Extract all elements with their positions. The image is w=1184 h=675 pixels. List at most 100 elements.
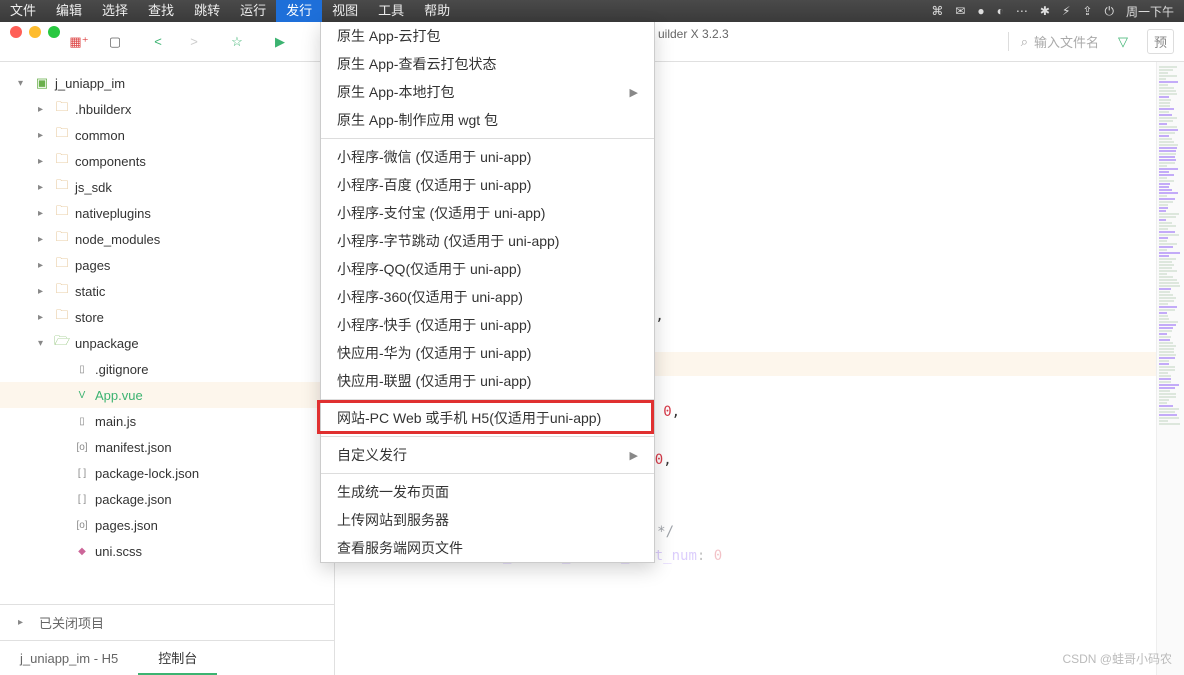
folder-store[interactable]: ▸🗀store — [0, 304, 334, 330]
menu-item[interactable]: 快应用-华为 (仅适用于 uni-app) — [321, 339, 654, 367]
tab-console[interactable]: 控制台 — [138, 641, 217, 675]
menu-item[interactable]: 原生 App-制作应用 wgt 包 — [321, 106, 654, 134]
search-placeholder: 输入文件名 — [1034, 32, 1099, 51]
menu-item[interactable]: 小程序-快手 (仅适用于 uni-app) — [321, 311, 654, 339]
menu-item[interactable]: 上传网站到服务器 — [321, 506, 654, 534]
chevron-right-icon: ▸ — [38, 312, 50, 323]
file-main.js[interactable]: ▯main.js — [0, 408, 334, 434]
folder-icon: 🗀 — [53, 254, 71, 276]
chevron-right-icon: ▸ — [38, 286, 50, 297]
window-title: uilder X 3.2.3 — [658, 27, 729, 41]
file-icon: [o] — [73, 520, 91, 531]
menu-item[interactable]: 生成统一发布页面 — [321, 478, 654, 506]
folder-pages[interactable]: ▸🗀pages — [0, 252, 334, 278]
menu-item[interactable]: 小程序-360(仅适用于 uni-app) — [321, 283, 654, 311]
filter-icon[interactable]: ▽ — [1114, 33, 1132, 51]
menu-item[interactable]: 小程序-微信 (仅适用于 uni-app) — [321, 143, 654, 171]
folder-icon: 🗁 — [53, 332, 71, 354]
save-icon[interactable]: ▢ — [106, 33, 124, 51]
folder-icon: 🗀 — [53, 202, 71, 224]
menu-item[interactable]: 小程序-百度 (仅适用于 uni-app) — [321, 171, 654, 199]
folder-icon: 🗀 — [53, 306, 71, 328]
file-icon: ▯ — [73, 364, 91, 375]
project-sidebar: ▾ ▣ j_uniapp_im ▸🗀.hbuilderx▸🗀common▸🗀co… — [0, 62, 335, 675]
menu-item[interactable]: 小程序-支付宝 (仅适用于 uni-app) — [321, 199, 654, 227]
chevron-down-icon: ▾ — [18, 78, 30, 89]
folder-unpackage[interactable]: ▾🗁unpackage — [0, 330, 334, 356]
close-icon[interactable] — [10, 26, 22, 38]
menu-编辑[interactable]: 编辑 — [46, 0, 92, 22]
folder-icon: 🗀 — [53, 280, 71, 302]
tab-project[interactable]: j_uniapp_im - H5 — [0, 641, 138, 675]
file-icon: ◆ — [73, 546, 91, 557]
file-icon: ▯ — [73, 416, 91, 427]
menu-item[interactable]: 查看服务端网页文件 — [321, 534, 654, 562]
project-icon: ▣ — [33, 75, 51, 91]
file-icon: [o] — [73, 442, 91, 453]
menu-查找[interactable]: 查找 — [138, 0, 184, 22]
preview-button[interactable]: 预 — [1147, 29, 1174, 54]
clock-label: 周一下午 — [1126, 3, 1174, 20]
folder-icon: 🗀 — [53, 150, 71, 172]
menu-item[interactable]: 自定义发行▶ — [321, 441, 654, 469]
folder-static[interactable]: ▸🗀static — [0, 278, 334, 304]
chevron-right-icon: ▸ — [38, 260, 50, 271]
menu-工具[interactable]: 工具 — [368, 0, 414, 22]
star-icon[interactable]: ☆ — [228, 33, 246, 51]
submenu-arrow-icon: ▶ — [630, 86, 638, 99]
menu-item[interactable]: 网站-PC Web 或手机 H5(仅适用于uni-app) — [321, 404, 654, 432]
search-icon: ⌕ — [1021, 34, 1028, 50]
menu-视图[interactable]: 视图 — [322, 0, 368, 22]
publish-menu[interactable]: 原生 App-云打包原生 App-查看云打包状态原生 App-本地打包▶原生 A… — [320, 22, 655, 563]
back-icon[interactable]: < — [149, 33, 167, 51]
file-App.vue[interactable]: VApp.vue — [0, 382, 334, 408]
menu-发行[interactable]: 发行 — [276, 0, 322, 22]
menu-运行[interactable]: 运行 — [230, 0, 276, 22]
chevron-down-icon: ▾ — [38, 338, 50, 349]
project-root[interactable]: ▾ ▣ j_uniapp_im — [0, 70, 334, 96]
file-package.json[interactable]: [ ]package.json — [0, 486, 334, 512]
menu-item[interactable]: 原生 App-查看云打包状态 — [321, 50, 654, 78]
bottom-tabs: j_uniapp_im - H5 控制台 — [0, 640, 334, 675]
folder-.hbuilderx[interactable]: ▸🗀.hbuilderx — [0, 96, 334, 122]
minimize-icon[interactable] — [29, 26, 41, 38]
menu-item[interactable]: 小程序-QQ(仅适用于 uni-app) — [321, 255, 654, 283]
menu-item[interactable]: 快应用-联盟 (仅适用于 uni-app) — [321, 367, 654, 395]
file-manifest.json[interactable]: [o]manifest.json — [0, 434, 334, 460]
window-controls[interactable] — [10, 26, 60, 38]
new-file-icon[interactable]: ▦⁺ — [70, 33, 88, 51]
folder-common[interactable]: ▸🗀common — [0, 122, 334, 148]
run-icon[interactable]: ▶ — [271, 33, 289, 51]
minimap[interactable] — [1156, 62, 1184, 675]
forward-icon[interactable]: > — [185, 33, 203, 51]
menu-选择[interactable]: 选择 — [92, 0, 138, 22]
folder-js_sdk[interactable]: ▸🗀js_sdk — [0, 174, 334, 200]
menu-item[interactable]: 原生 App-本地打包▶ — [321, 78, 654, 106]
file-uni.scss[interactable]: ◆uni.scss — [0, 538, 334, 564]
submenu-arrow-icon: ▶ — [630, 449, 638, 462]
file-search[interactable]: ⌕ 输入文件名 — [1008, 32, 1099, 51]
chevron-right-icon: ▸ — [38, 234, 50, 245]
chevron-right-icon: ▸ — [38, 208, 50, 219]
file-tree[interactable]: ▾ ▣ j_uniapp_im ▸🗀.hbuilderx▸🗀common▸🗀co… — [0, 70, 334, 604]
file-icon: [ ] — [73, 494, 91, 505]
file-pages.json[interactable]: [o]pages.json — [0, 512, 334, 538]
folder-node_modules[interactable]: ▸🗀node_modules — [0, 226, 334, 252]
folder-icon: 🗀 — [53, 228, 71, 250]
folder-nativeplugins[interactable]: ▸🗀nativeplugins — [0, 200, 334, 226]
folder-components[interactable]: ▸🗀components — [0, 148, 334, 174]
file-package-lock.json[interactable]: [ ]package-lock.json — [0, 460, 334, 486]
menu-item[interactable]: 原生 App-云打包 — [321, 22, 654, 50]
file-icon: [ ] — [73, 468, 91, 479]
menubar-status: ⌘✉●◐⋯ ✱⚡︎⇪⏻ 周一下午 — [931, 3, 1184, 20]
menu-帮助[interactable]: 帮助 — [414, 0, 460, 22]
folder-icon: 🗀 — [53, 124, 71, 146]
maximize-icon[interactable] — [48, 26, 60, 38]
menu-跳转[interactable]: 跳转 — [184, 0, 230, 22]
menu-item[interactable]: 小程序-字节跳动 (仅适用于 uni-app) — [321, 227, 654, 255]
chevron-right-icon: ▸ — [38, 104, 50, 115]
file-.gitignore[interactable]: ▯.gitignore — [0, 356, 334, 382]
menu-文件[interactable]: 文件 — [0, 0, 46, 22]
closed-projects-section[interactable]: ▸ 已关闭项目 — [0, 604, 334, 640]
chevron-right-icon: ▸ — [38, 156, 50, 167]
